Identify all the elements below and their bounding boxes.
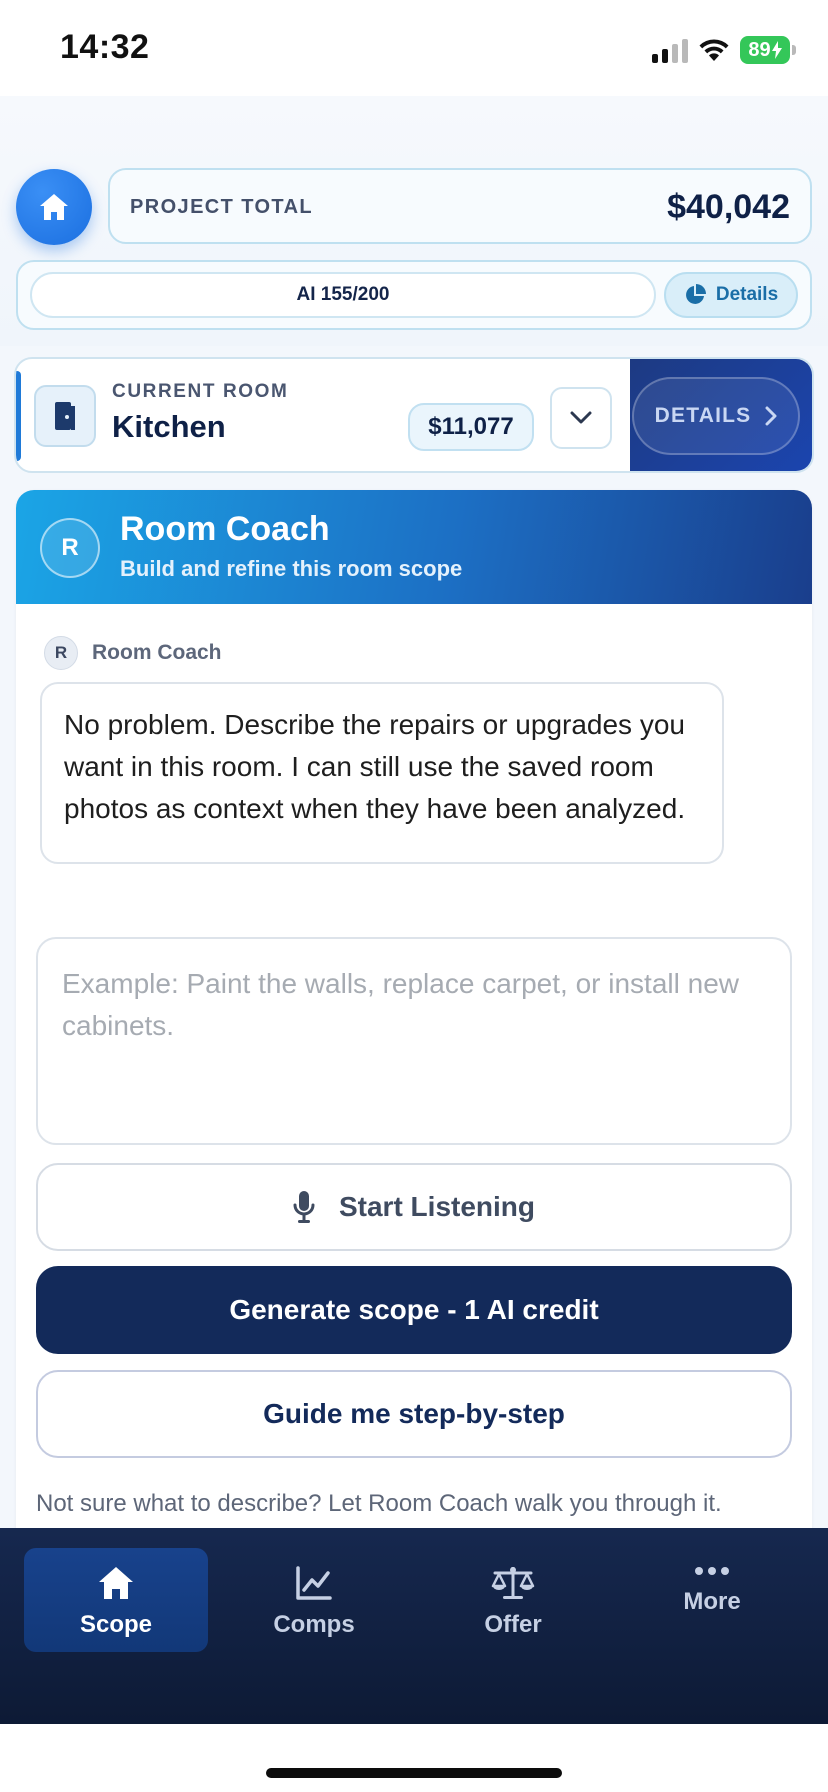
generate-scope-button[interactable]: Generate scope - 1 AI credit <box>36 1266 792 1354</box>
charging-bolt-icon <box>771 41 782 59</box>
nav-label-more: More <box>683 1588 741 1615</box>
wifi-icon <box>699 39 729 61</box>
status-icons: 89 <box>652 30 796 70</box>
room-door-icon <box>34 385 96 447</box>
header: PROJECT TOTAL $40,042 AI 155/200 Details <box>0 96 828 346</box>
nav-item-scope[interactable]: Scope <box>24 1548 208 1652</box>
nav-label-offer: Offer <box>484 1611 542 1638</box>
guide-step-by-step-button[interactable]: Guide me step-by-step <box>36 1370 792 1458</box>
coach-avatar: R <box>40 518 100 578</box>
more-dots-icon <box>690 1560 734 1582</box>
nav-item-more[interactable]: More <box>620 1548 804 1652</box>
status-bar: 14:32 89 <box>0 0 828 96</box>
message-author: Room Coach <box>92 641 222 664</box>
project-total-card: PROJECT TOTAL $40,042 <box>108 168 812 244</box>
coach-message-bubble: No problem. Describe the repairs or upgr… <box>40 682 724 864</box>
room-accent-bar <box>16 371 21 461</box>
home-icon <box>40 194 68 220</box>
current-room-name: Kitchen <box>112 409 226 444</box>
status-time: 14:32 <box>60 28 150 66</box>
home-indicator-area <box>0 1724 828 1792</box>
bottom-nav: Scope Comps Offer More <box>0 1528 828 1724</box>
nav-item-comps[interactable]: Comps <box>222 1548 406 1652</box>
project-total-value: $40,042 <box>667 188 790 226</box>
room-coach-header: R Room Coach Build and refine this room … <box>16 490 812 604</box>
coach-title: Room Coach <box>120 510 330 548</box>
project-total-label: PROJECT TOTAL <box>130 196 314 218</box>
room-coach-card: R Room Coach Build and refine this room … <box>16 490 812 1590</box>
message-meta: R Room Coach <box>44 636 222 670</box>
cellular-signal-icon <box>652 37 688 63</box>
microphone-icon <box>293 1191 315 1223</box>
home-indicator[interactable] <box>266 1768 562 1778</box>
room-selector-button[interactable] <box>550 387 612 449</box>
current-room-card: CURRENT ROOM Kitchen $11,077 DETAILS <box>14 357 814 473</box>
room-details-button[interactable]: DETAILS <box>632 377 800 455</box>
scale-icon <box>491 1561 535 1605</box>
chart-line-icon <box>292 1561 336 1605</box>
chevron-right-icon <box>765 406 777 426</box>
current-room-label: CURRENT ROOM <box>112 381 289 402</box>
room-price-badge: $11,077 <box>408 403 534 451</box>
nav-label-scope: Scope <box>79 1611 153 1638</box>
scope-description-input[interactable] <box>36 937 792 1145</box>
start-listening-button[interactable]: Start Listening <box>36 1163 792 1251</box>
nav-item-offer[interactable]: Offer <box>421 1548 605 1652</box>
home-button[interactable] <box>16 169 92 245</box>
coach-subtitle: Build and refine this room scope <box>120 556 463 581</box>
message-avatar: R <box>44 636 78 670</box>
coach-hint-text: Not sure what to describe? Let Room Coac… <box>36 1490 722 1517</box>
room-details-panel: DETAILS <box>630 359 812 471</box>
battery-level: 89 <box>748 38 771 61</box>
battery-indicator: 89 <box>740 36 796 64</box>
chevron-down-icon <box>570 411 592 424</box>
details-label: Details <box>715 284 779 305</box>
nav-label-comps: Comps <box>273 1611 355 1638</box>
app-screen: 14:32 89 PROJECT TOTAL $40,042 AI 155/20… <box>0 0 828 1792</box>
pie-chart-icon <box>685 284 706 304</box>
ai-credits-bar: AI 155/200 Details <box>16 260 812 330</box>
start-listening-label: Start Listening <box>338 1191 535 1222</box>
home-icon <box>94 1561 138 1605</box>
ai-credits-pill: AI 155/200 <box>30 272 656 318</box>
credits-details-button[interactable]: Details <box>664 272 798 318</box>
room-details-label: DETAILS <box>654 404 752 427</box>
